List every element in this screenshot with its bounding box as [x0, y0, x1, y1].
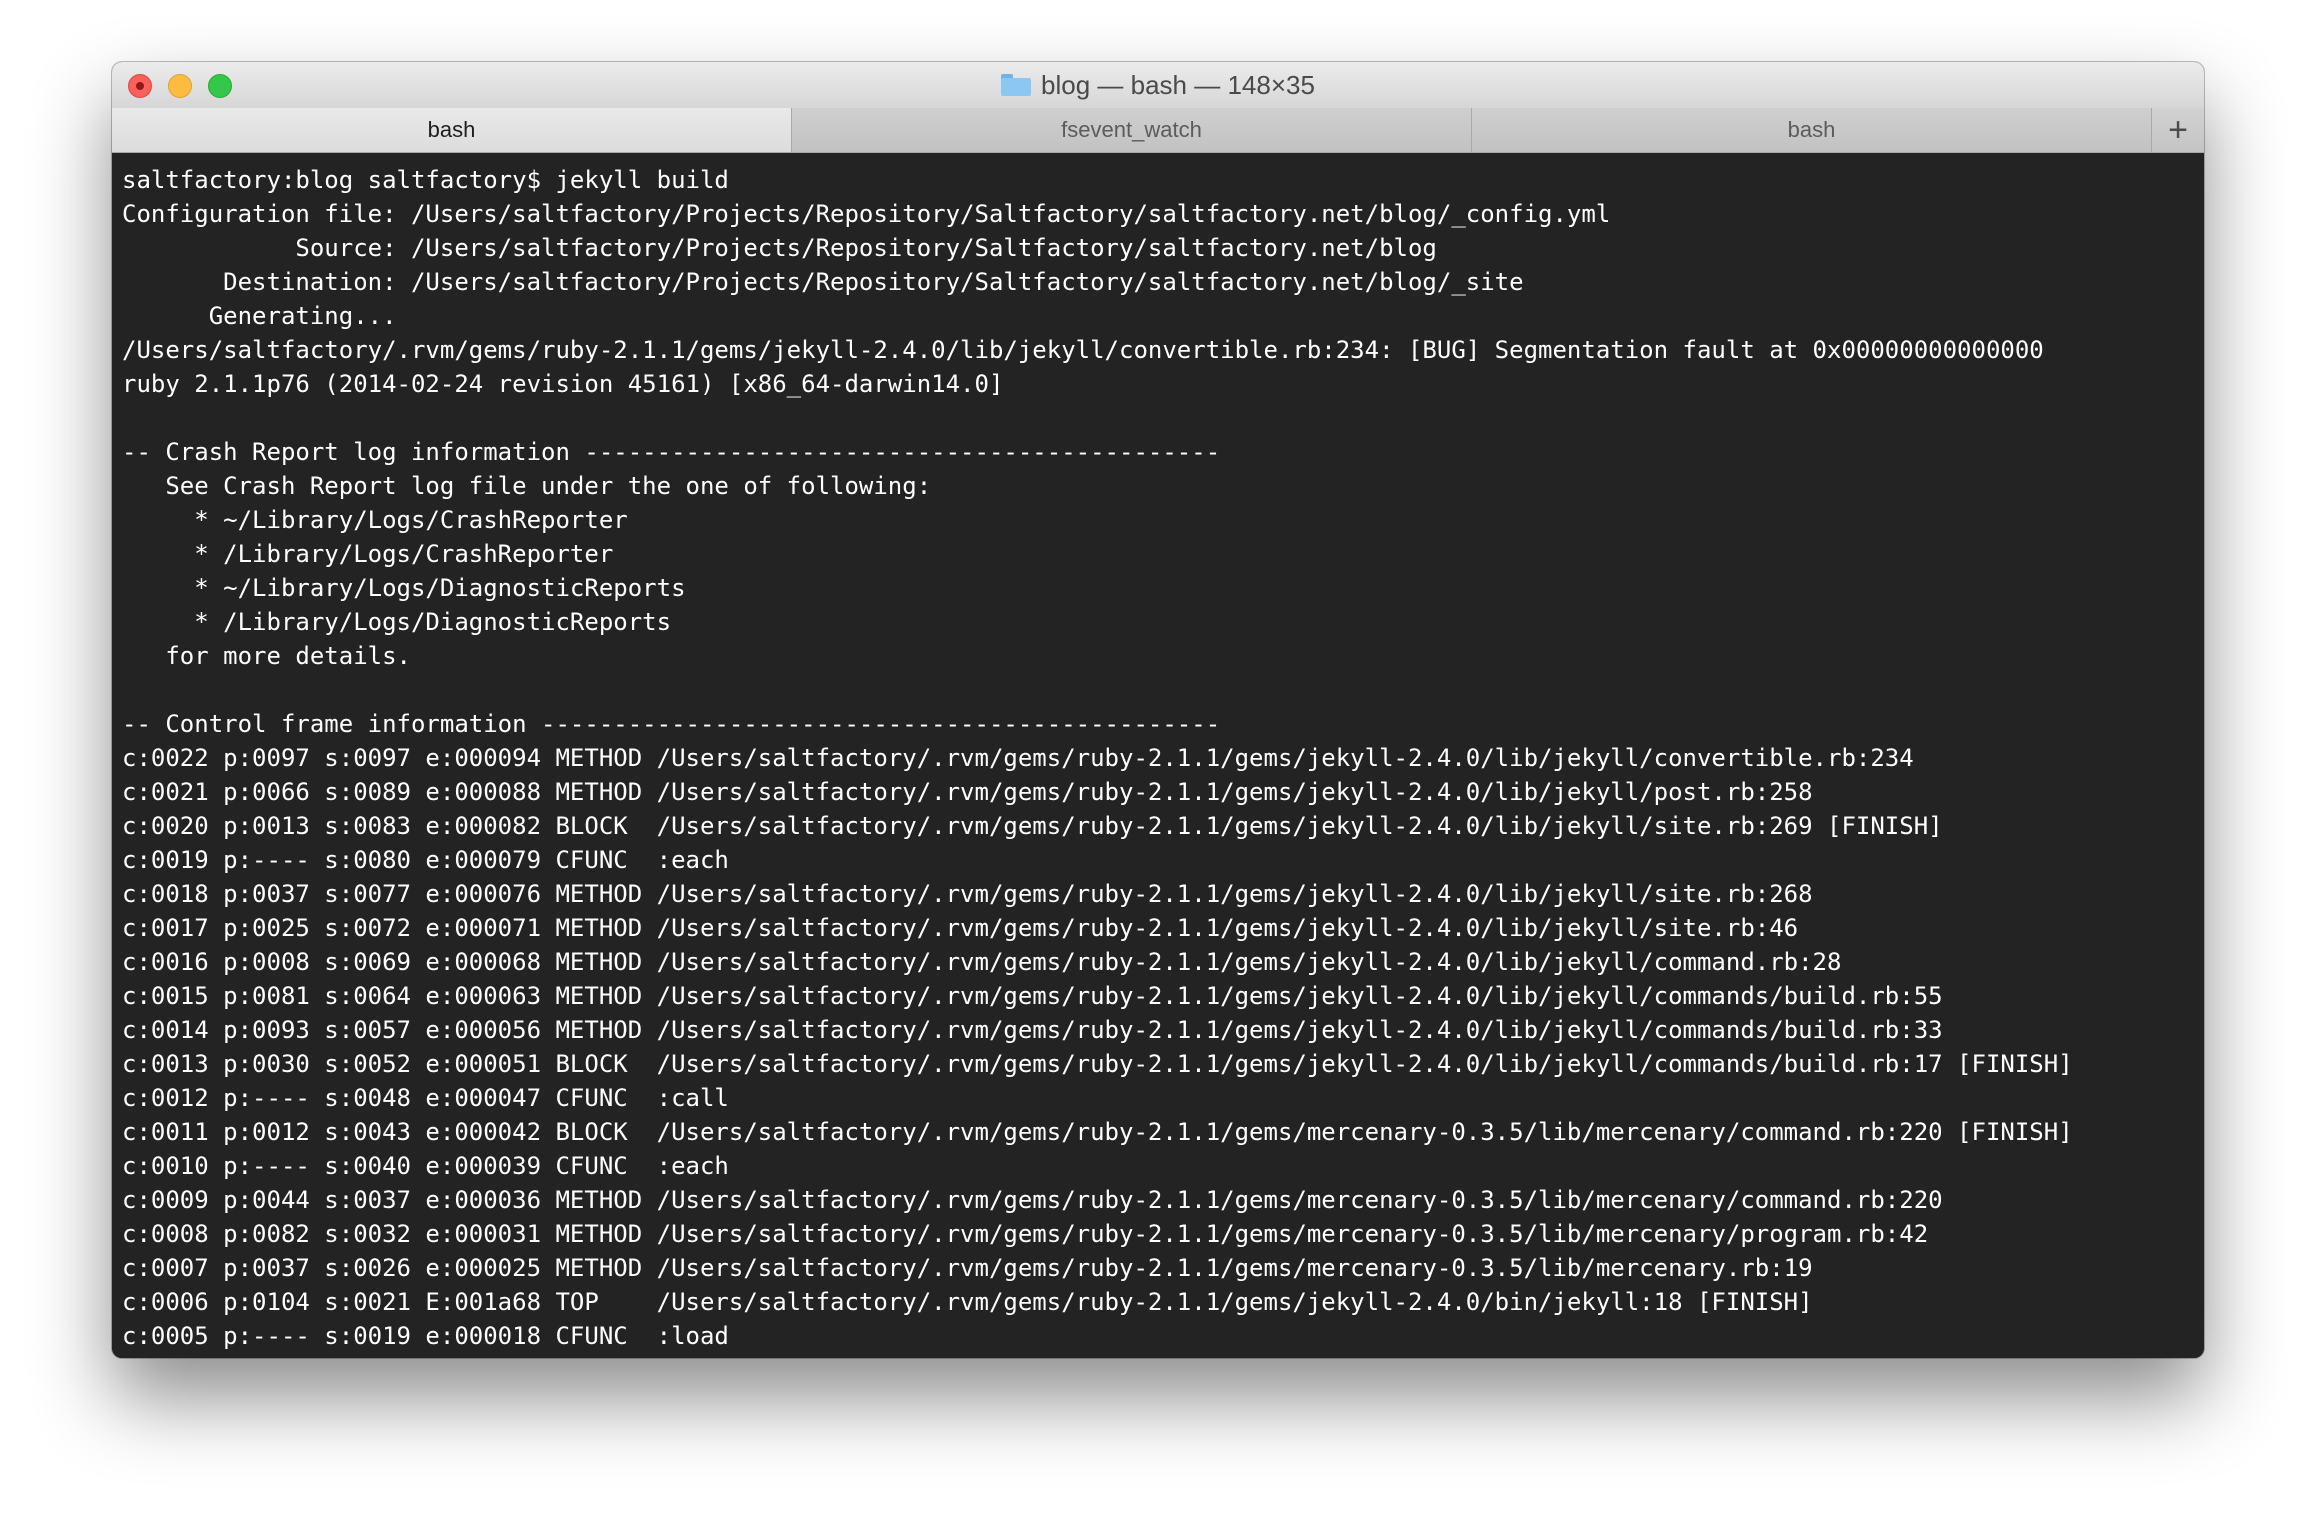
terminal-line: See Crash Report log file under the one … — [122, 472, 932, 500]
terminal-line: c:0007 p:0037 s:0026 e:000025 METHOD /Us… — [122, 1254, 1813, 1282]
window-title-text: blog — bash — 148×35 — [1041, 69, 1315, 100]
terminal-line: c:0009 p:0044 s:0037 e:000036 METHOD /Us… — [122, 1186, 1943, 1214]
terminal-line: c:0014 p:0093 s:0057 e:000056 METHOD /Us… — [122, 1016, 1943, 1044]
title-bar[interactable]: blog — bash — 148×35 — [112, 62, 2204, 109]
terminal-line: Destination: /Users/saltfactory/Projects… — [122, 268, 1524, 296]
terminal-line: c:0016 p:0008 s:0069 e:000068 METHOD /Us… — [122, 948, 1842, 976]
tab-label: bash — [1787, 117, 1836, 142]
tab-bar: bash fsevent_watch bash + — [112, 108, 2204, 153]
terminal-line: c:0010 p:---- s:0040 e:000039 CFUNC :eac… — [122, 1152, 729, 1180]
terminal-line: c:0011 p:0012 s:0043 e:000042 BLOCK /Use… — [122, 1118, 2073, 1146]
terminal-line: Generating... — [122, 302, 397, 330]
tab-fsevent-watch[interactable]: fsevent_watch — [792, 108, 1472, 152]
terminal-line: c:0013 p:0030 s:0052 e:000051 BLOCK /Use… — [122, 1050, 2073, 1078]
terminal-line: ruby 2.1.1p76 (2014-02-24 revision 45161… — [122, 370, 1004, 398]
terminal-output[interactable]: saltfactory:blog saltfactory$ jekyll bui… — [112, 153, 2204, 1358]
terminal-line: c:0005 p:---- s:0019 e:000018 CFUNC :loa… — [122, 1322, 729, 1350]
terminal-line: * ~/Library/Logs/CrashReporter — [122, 506, 628, 534]
terminal-line: c:0017 p:0025 s:0072 e:000071 METHOD /Us… — [122, 914, 1799, 942]
tab-bash-1[interactable]: bash — [112, 108, 792, 152]
terminal-window: blog — bash — 148×35 bash fsevent_watch … — [112, 62, 2204, 1358]
terminal-line: Source: /Users/saltfactory/Projects/Repo… — [122, 234, 1437, 262]
terminal-line: c:0019 p:---- s:0080 e:000079 CFUNC :eac… — [122, 846, 729, 874]
terminal-line: c:0021 p:0066 s:0089 e:000088 METHOD /Us… — [122, 778, 1813, 806]
terminal-line: c:0022 p:0097 s:0097 e:000094 METHOD /Us… — [122, 744, 1914, 772]
tab-label: fsevent_watch — [1061, 117, 1202, 142]
tab-bash-2[interactable]: bash — [1472, 108, 2152, 152]
terminal-line: c:0018 p:0037 s:0077 e:000076 METHOD /Us… — [122, 880, 1813, 908]
terminal-line: -- Control frame information -----------… — [122, 710, 1221, 738]
terminal-line: * /Library/Logs/CrashReporter — [122, 540, 614, 568]
terminal-line: /Users/saltfactory/.rvm/gems/ruby-2.1.1/… — [122, 336, 2044, 364]
terminal-line: c:0006 p:0104 s:0021 E:001a68 TOP /Users… — [122, 1288, 1813, 1316]
terminal-line: for more details. — [122, 642, 411, 670]
terminal-line: c:0012 p:---- s:0048 e:000047 CFUNC :cal… — [122, 1084, 729, 1112]
window-title: blog — bash — 148×35 — [112, 62, 2204, 108]
terminal-line: -- Crash Report log information --------… — [122, 438, 1221, 466]
new-tab-button[interactable]: + — [2152, 108, 2204, 152]
tab-label: bash — [427, 117, 476, 142]
terminal-line: c:0020 p:0013 s:0083 e:000082 BLOCK /Use… — [122, 812, 1943, 840]
terminal-line: c:0008 p:0082 s:0032 e:000031 METHOD /Us… — [122, 1220, 1929, 1248]
folder-icon — [1001, 74, 1032, 96]
terminal-line: * /Library/Logs/DiagnosticReports — [122, 608, 672, 636]
terminal-line: saltfactory:blog saltfactory$ jekyll bui… — [122, 166, 729, 194]
terminal-line: Configuration file: /Users/saltfactory/P… — [122, 200, 1611, 228]
terminal-line: * ~/Library/Logs/DiagnosticReports — [122, 574, 686, 602]
terminal-line: c:0015 p:0081 s:0064 e:000063 METHOD /Us… — [122, 982, 1943, 1010]
